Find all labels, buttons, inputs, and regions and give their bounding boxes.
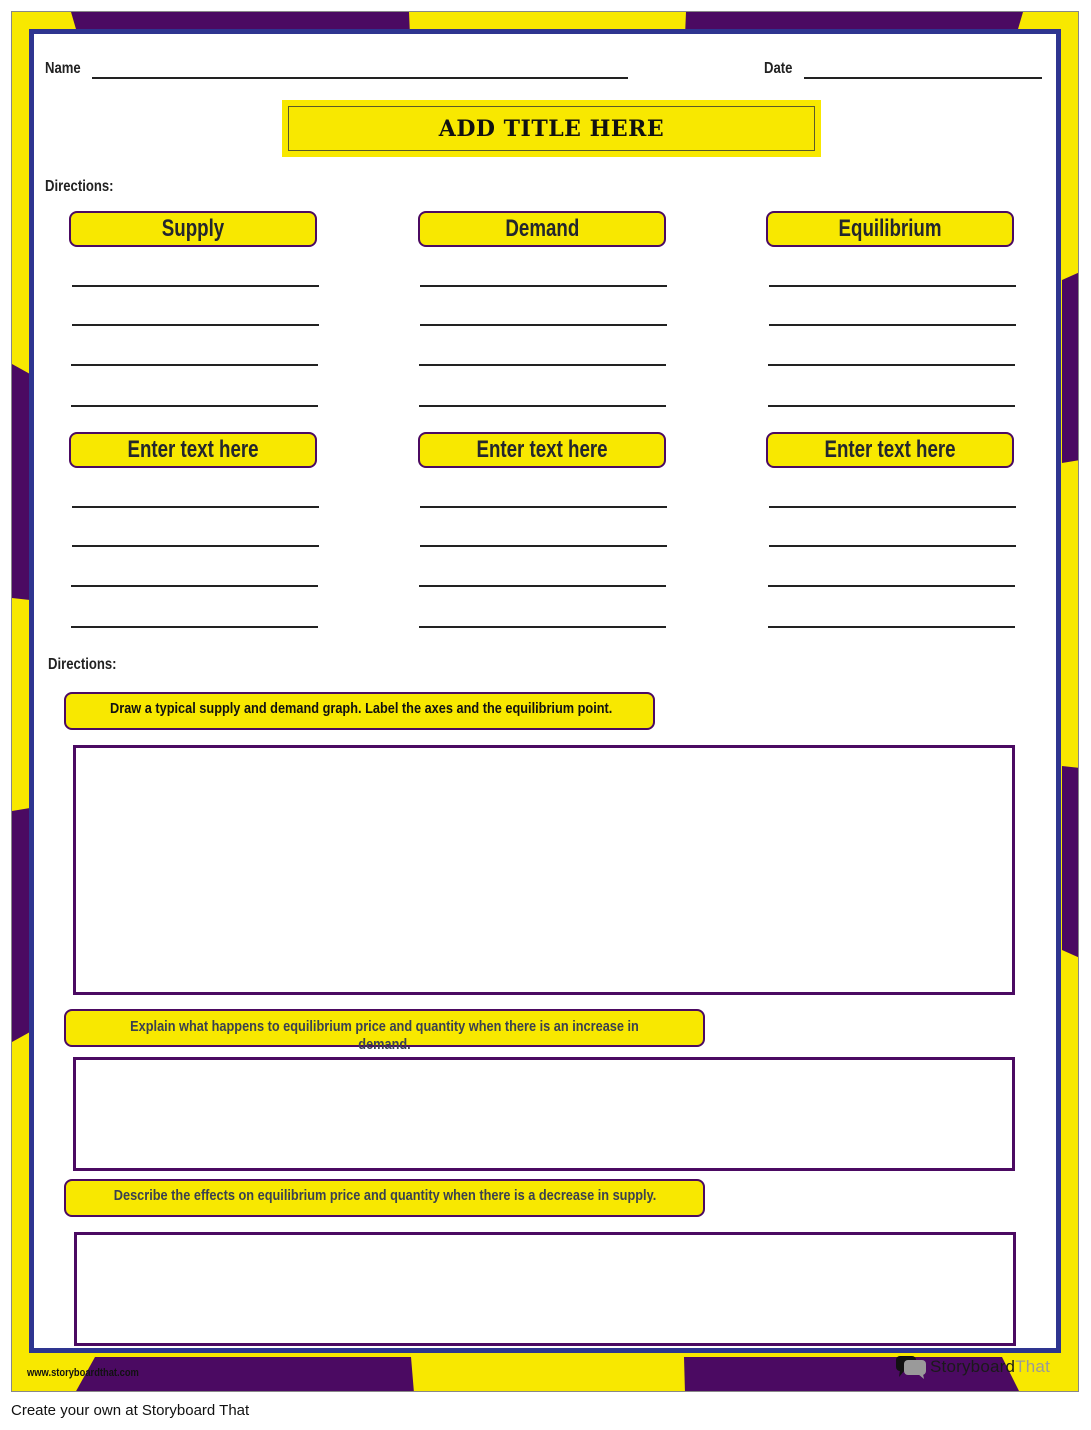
writing-line[interactable] — [72, 285, 319, 287]
writing-line[interactable] — [420, 506, 667, 508]
sub-heading-3[interactable]: Enter text here — [766, 432, 1014, 468]
title-box-inner: ADD TITLE HERE — [288, 106, 815, 151]
column-heading-supply[interactable]: Supply — [69, 211, 317, 247]
border-band-left-1 — [12, 364, 30, 600]
writing-line[interactable] — [72, 506, 319, 508]
sub-heading-text: Enter text here — [476, 436, 608, 463]
page-title[interactable]: ADD TITLE HERE — [439, 116, 664, 142]
writing-line[interactable] — [71, 585, 318, 587]
directions-label-2: Directions: — [48, 656, 117, 673]
prompt-text: Draw a typical supply and demand graph. … — [110, 700, 613, 717]
create-your-own-link[interactable]: Create your own at Storyboard That — [11, 1402, 249, 1419]
writing-line[interactable] — [768, 585, 1015, 587]
sub-heading-2[interactable]: Enter text here — [418, 432, 666, 468]
sub-heading-1[interactable]: Enter text here — [69, 432, 317, 468]
writing-line[interactable] — [419, 585, 666, 587]
writing-line[interactable] — [419, 405, 666, 407]
answer-box-graph[interactable] — [73, 745, 1015, 995]
column-heading-text: Demand — [505, 215, 579, 242]
date-field[interactable] — [804, 77, 1042, 79]
prompt-increase-demand[interactable]: Explain what happens to equilibrium pric… — [64, 1009, 705, 1053]
prompt-text: Explain what happens to equilibrium pric… — [130, 1018, 639, 1035]
writing-line[interactable] — [769, 324, 1016, 326]
footer-url[interactable]: www.storyboardthat.com — [27, 1367, 139, 1379]
writing-line[interactable] — [420, 285, 667, 287]
speech-bubbles-icon — [896, 1356, 926, 1379]
answer-box-increase-demand[interactable] — [73, 1057, 1015, 1171]
writing-line[interactable] — [71, 626, 318, 628]
writing-line[interactable] — [769, 545, 1016, 547]
storyboardthat-logo[interactable]: Storyboard That — [896, 1355, 1050, 1379]
border-band-right-1 — [1062, 272, 1078, 463]
writing-line[interactable] — [419, 364, 666, 366]
prompt-text: Describe the effects on equilibrium pric… — [113, 1187, 657, 1204]
prompt-draw-graph[interactable]: Draw a typical supply and demand graph. … — [64, 692, 655, 730]
name-label: Name — [45, 60, 81, 77]
writing-line[interactable] — [72, 545, 319, 547]
column-heading-demand[interactable]: Demand — [418, 211, 666, 247]
prompt-decrease-supply[interactable]: Describe the effects on equilibrium pric… — [64, 1179, 705, 1217]
column-heading-text: Equilibrium — [838, 215, 942, 242]
writing-line[interactable] — [769, 506, 1016, 508]
column-heading-text: Supply — [161, 215, 225, 242]
logo-text-storyboard: Storyboard — [930, 1357, 1016, 1376]
writing-line[interactable] — [768, 364, 1015, 366]
date-label: Date — [764, 60, 793, 77]
name-field[interactable] — [92, 77, 628, 79]
directions-label-1: Directions: — [45, 178, 114, 195]
writing-line[interactable] — [71, 364, 318, 366]
writing-line[interactable] — [769, 285, 1016, 287]
writing-line[interactable] — [419, 626, 666, 628]
prompt-text-overflow: demand. — [358, 1036, 411, 1053]
sub-heading-text: Enter text here — [127, 436, 259, 463]
writing-line[interactable] — [71, 405, 318, 407]
answer-box-decrease-supply[interactable] — [74, 1232, 1016, 1346]
writing-line[interactable] — [420, 545, 667, 547]
sub-heading-text: Enter text here — [824, 436, 956, 463]
border-band-left-2 — [12, 808, 30, 1042]
writing-line[interactable] — [420, 324, 667, 326]
logo-text-that: That — [1015, 1357, 1050, 1376]
column-heading-equilibrium[interactable]: Equilibrium — [766, 211, 1014, 247]
writing-line[interactable] — [72, 324, 319, 326]
writing-line[interactable] — [768, 626, 1015, 628]
title-box[interactable]: ADD TITLE HERE — [282, 100, 821, 157]
writing-line[interactable] — [768, 405, 1015, 407]
border-band-right-2 — [1062, 766, 1078, 958]
